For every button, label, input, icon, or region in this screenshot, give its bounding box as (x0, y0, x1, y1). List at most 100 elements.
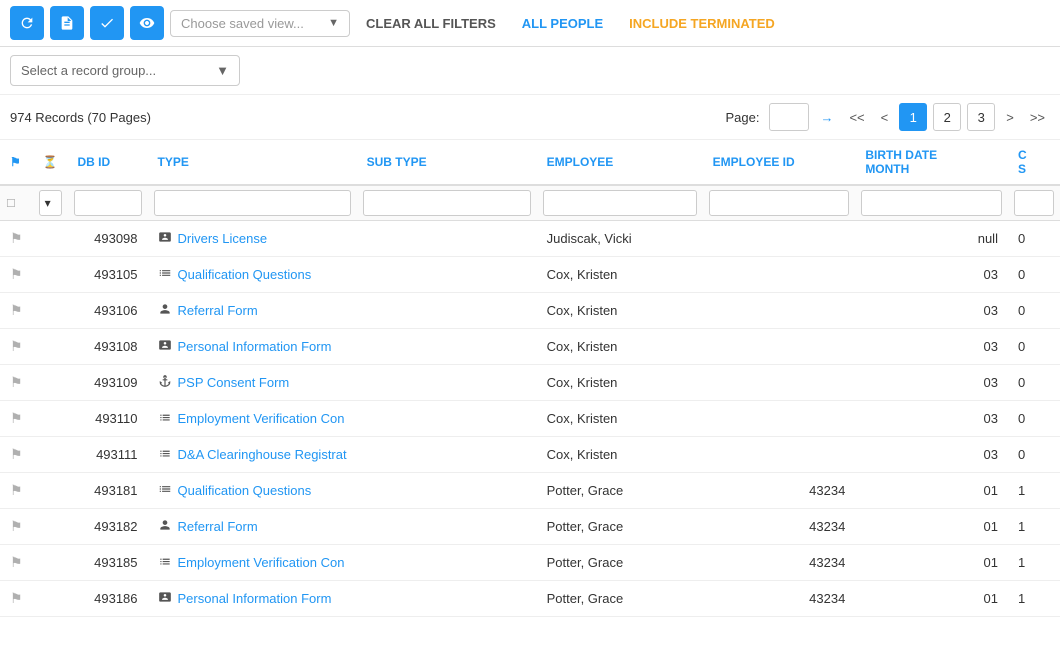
type-column-header: TYPE (148, 140, 357, 185)
row-flag-cell: ⚑ (0, 293, 33, 329)
record-group-placeholder: Select a record group... (21, 63, 156, 78)
saved-view-placeholder: Choose saved view... (181, 16, 304, 31)
row-type: Referral Form (148, 509, 357, 545)
row-actions-cell (33, 329, 68, 365)
eye-button[interactable] (130, 6, 164, 40)
flag-icon: ⚑ (10, 302, 23, 318)
all-people-button[interactable]: ALL PEOPLE (512, 16, 613, 31)
row-subtype (357, 401, 537, 437)
main-table: ⚑ ⏳ DB ID TYPE SUB TYPE EMPLOYEE EMPLOYE… (0, 140, 1060, 617)
page-input[interactable] (769, 103, 809, 131)
type-filter-input[interactable] (154, 190, 351, 216)
type-link[interactable]: Referral Form (178, 519, 258, 534)
chevron-down-icon: ▼ (328, 17, 339, 29)
type-link[interactable]: PSP Consent Form (178, 375, 290, 390)
hourglass-icon: ⏳ (43, 155, 58, 169)
row-extra: 1 (1008, 581, 1060, 617)
birth-date-month-column-header: BIRTH DATEMONTH (855, 140, 1008, 185)
clear-filters-button[interactable]: CLEAR ALL FILTERS (356, 16, 506, 31)
row-actions-cell (33, 545, 68, 581)
type-icon (158, 590, 172, 607)
row-dbid: 493111 (68, 437, 148, 473)
type-link[interactable]: Qualification Questions (178, 267, 312, 282)
records-count: 974 Records (70 Pages) (10, 110, 719, 125)
include-terminated-button[interactable]: INCLUDE TERMINATED (619, 16, 785, 31)
prev-page-button[interactable]: < (876, 107, 894, 128)
row-birth-date-month: 03 (855, 293, 1008, 329)
type-link[interactable]: Employment Verification Con (178, 555, 345, 570)
type-link[interactable]: Personal Information Form (178, 339, 332, 354)
row-dbid: 493109 (68, 365, 148, 401)
row-flag-cell: ⚑ (0, 473, 33, 509)
check-button[interactable] (90, 6, 124, 40)
extra-filter-cell (1008, 185, 1060, 221)
extra-filter-input[interactable] (1014, 190, 1054, 216)
row-actions-cell (33, 365, 68, 401)
row-employee: Cox, Kristen (537, 257, 703, 293)
row-extra: 0 (1008, 293, 1060, 329)
row-subtype (357, 365, 537, 401)
row-subtype (357, 257, 537, 293)
row-flag-cell: ⚑ (0, 401, 33, 437)
type-link[interactable]: Employment Verification Con (178, 411, 345, 426)
row-birth-date-month: 03 (855, 437, 1008, 473)
row-extra: 0 (1008, 221, 1060, 257)
table-row: ⚑ 493181 Qualification Questions Potter,… (0, 473, 1060, 509)
type-link[interactable]: Personal Information Form (178, 591, 332, 606)
row-dbid: 493182 (68, 509, 148, 545)
actions-filter-dropdown[interactable]: ▾ (39, 190, 62, 216)
row-type: Personal Information Form (148, 329, 357, 365)
row-birth-date-month: 01 (855, 545, 1008, 581)
last-page-button[interactable]: >> (1025, 107, 1050, 128)
type-link[interactable]: Drivers License (178, 231, 268, 246)
row-extra: 0 (1008, 437, 1060, 473)
page-1-button[interactable]: 1 (899, 103, 927, 131)
row-employee-id: 43234 (703, 545, 856, 581)
row-employee: Potter, Grace (537, 509, 703, 545)
row-employee-id (703, 257, 856, 293)
type-link[interactable]: D&A Clearinghouse Registrat (178, 447, 347, 462)
flag-icon: ⚑ (10, 410, 23, 426)
birthmonth-filter-input[interactable] (861, 190, 1002, 216)
next-page-button[interactable]: > (1001, 107, 1019, 128)
subtype-filter-input[interactable] (363, 190, 531, 216)
row-type: Qualification Questions (148, 473, 357, 509)
export-button[interactable] (50, 6, 84, 40)
row-subtype (357, 221, 537, 257)
page-2-button[interactable]: 2 (933, 103, 961, 131)
dbid-filter-input[interactable] (74, 190, 142, 216)
row-type: D&A Clearinghouse Registrat (148, 437, 357, 473)
first-page-button[interactable]: << (844, 107, 869, 128)
table-row: ⚑ 493106 Referral Form Cox, Kristen 03 0 (0, 293, 1060, 329)
row-flag-cell: ⚑ (0, 509, 33, 545)
employee-filter-input[interactable] (543, 190, 697, 216)
type-icon (158, 482, 172, 499)
refresh-button[interactable] (10, 6, 44, 40)
row-flag-cell: ⚑ (0, 257, 33, 293)
row-dbid: 493106 (68, 293, 148, 329)
page-3-button[interactable]: 3 (967, 103, 995, 131)
row-actions-cell (33, 581, 68, 617)
table-row: ⚑ 493109 PSP Consent Form Cox, Kristen 0… (0, 365, 1060, 401)
type-link[interactable]: Referral Form (178, 303, 258, 318)
go-to-page-button[interactable]: → (815, 107, 838, 128)
type-icon (158, 518, 172, 535)
row-extra: 0 (1008, 401, 1060, 437)
table-wrapper: ⚑ ⏳ DB ID TYPE SUB TYPE EMPLOYEE EMPLOYE… (0, 140, 1060, 617)
row-type: Personal Information Form (148, 581, 357, 617)
type-link[interactable]: Qualification Questions (178, 483, 312, 498)
flag-filter-cell: ☐ (0, 185, 33, 221)
row-employee-id (703, 437, 856, 473)
empid-filter-input[interactable] (709, 190, 850, 216)
saved-view-dropdown[interactable]: Choose saved view... ▼ (170, 10, 350, 37)
row-dbid: 493105 (68, 257, 148, 293)
type-icon (158, 410, 172, 427)
table-row: ⚑ 493098 Drivers License Judiscak, Vicki… (0, 221, 1060, 257)
record-group-row: Select a record group... ▼ (0, 47, 1060, 95)
chevron-down-icon: ▼ (216, 63, 229, 78)
flag-icon: ⚑ (10, 482, 23, 498)
row-subtype (357, 437, 537, 473)
subtype-column-header: SUB TYPE (357, 140, 537, 185)
record-group-dropdown[interactable]: Select a record group... ▼ (10, 55, 240, 86)
table-row: ⚑ 493108 Personal Information Form Cox, … (0, 329, 1060, 365)
